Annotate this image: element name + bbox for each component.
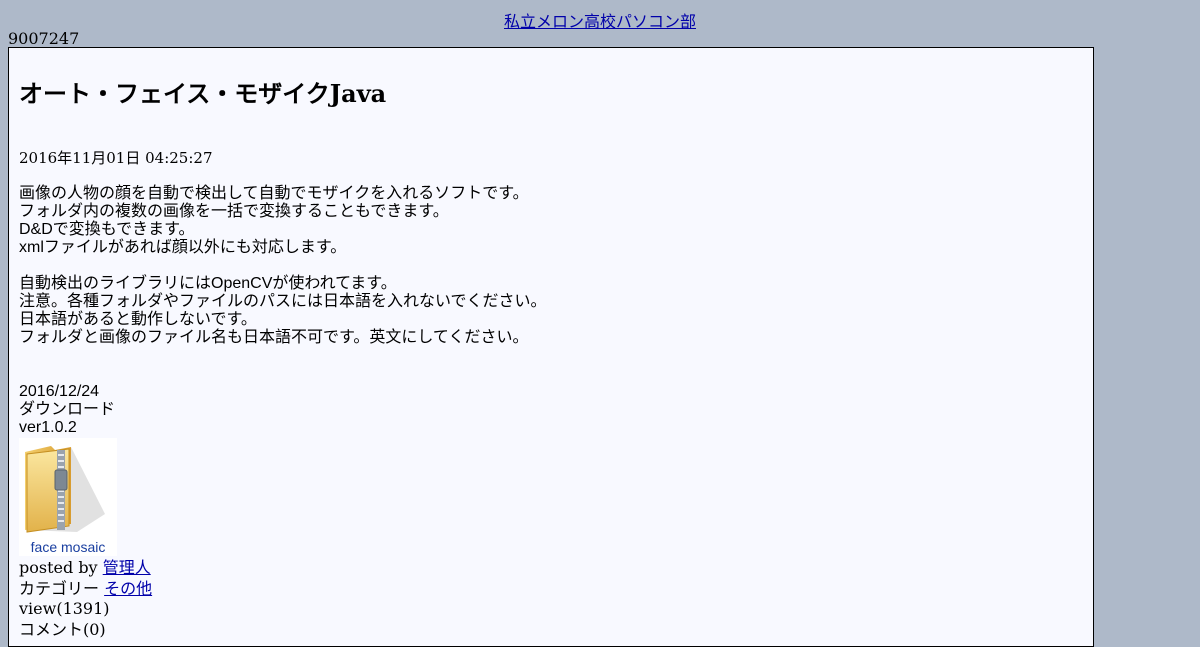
- posted-by-prefix: posted by: [19, 558, 98, 577]
- post-meta: posted by 管理人 カテゴリー その他 view(1391) コメント(…: [19, 558, 1093, 640]
- category-prefix: カテゴリー: [19, 578, 100, 598]
- download-version: ver1.0.2: [19, 419, 77, 436]
- post-container: オート・フェイス・モザイクJava 2016年11月01日 04:25:27 画…: [8, 47, 1094, 647]
- post-title: オート・フェイス・モザイクJava: [19, 79, 387, 108]
- download-label: ダウンロード: [19, 401, 116, 418]
- body-line: フォルダと画像のファイル名も日本語不可です。英文にしてください。: [19, 329, 529, 346]
- download-section: 2016/12/24 ダウンロード ver1.0.2 face mosaic: [19, 383, 1093, 556]
- zip-folder-icon: [25, 446, 105, 533]
- body-blank-line: [19, 257, 1093, 275]
- body-line: 自動検出のライブラリにはOpenCVが使われてます。: [19, 275, 397, 292]
- body-line: 日本語があると動作しないです。: [19, 311, 257, 328]
- body-line: 画像の人物の顔を自動で検出して自動でモザイクを入れるソフトです。: [19, 185, 529, 202]
- body-line: D&Dで変換もできます。: [19, 221, 195, 238]
- category-link[interactable]: その他: [104, 579, 152, 598]
- post-date: 2016年11月01日 04:25:27: [19, 149, 213, 167]
- body-line: 注意。各種フォルダやファイルのパスには日本語を入れないでください。: [19, 293, 547, 310]
- file-caption[interactable]: face mosaic: [19, 538, 117, 556]
- download-date: 2016/12/24: [19, 383, 100, 400]
- download-file-link[interactable]: face mosaic: [19, 438, 117, 556]
- site-header: 私立メロン高校パソコン部: [0, 0, 1200, 31]
- category: カテゴリー その他: [19, 579, 1093, 600]
- site-title-link[interactable]: 私立メロン高校パソコン部: [504, 12, 696, 31]
- visit-counter: 9007247: [8, 29, 80, 48]
- view-count: view(1391): [19, 599, 110, 618]
- author-link[interactable]: 管理人: [103, 558, 151, 577]
- body-line: フォルダ内の複数の画像を一括で変換することもできます。: [19, 203, 449, 220]
- post-body: 画像の人物の顔を自動で検出して自動でモザイクを入れるソフトです。 フォルダ内の複…: [19, 185, 1093, 347]
- posted-by: posted by 管理人: [19, 558, 1093, 579]
- body-line: xmlファイルがあれば顔以外にも対応します。: [19, 239, 347, 256]
